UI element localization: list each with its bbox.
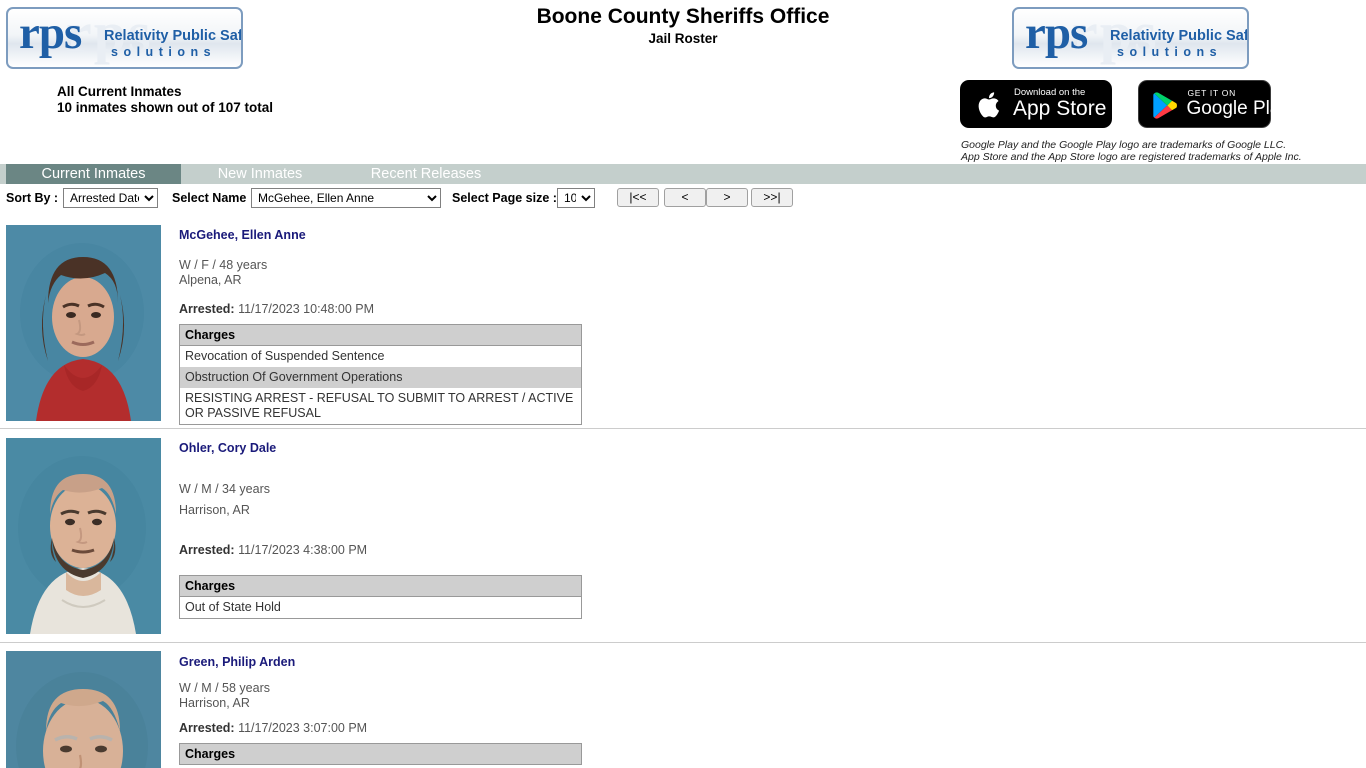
- mugshot-image: [6, 651, 161, 768]
- mugshot-image: [6, 225, 161, 421]
- logo-tagline-secondary: solutions: [1117, 45, 1223, 59]
- roster-summary: All Current Inmates 10 inmates shown out…: [57, 84, 273, 116]
- charges-table: Charges Revocation of Suspended Sentence…: [179, 324, 582, 425]
- next-page-button[interactable]: >: [706, 188, 748, 207]
- charges-header-cell: Charges: [179, 324, 582, 346]
- page-size-label: Select Page size :: [452, 191, 557, 205]
- tab-new-inmates[interactable]: New Inmates: [184, 164, 336, 184]
- google-play-badge-label: Google Play: [1186, 98, 1290, 119]
- inmate-arrested: Arrested: 11/17/2023 10:48:00 PM: [179, 302, 1366, 316]
- table-row: McGehee, Ellen Anne W / F / 48 years Alp…: [0, 216, 1366, 429]
- google-play-icon: [1153, 92, 1178, 119]
- inmate-name-link[interactable]: McGehee, Ellen Anne: [179, 228, 306, 242]
- select-name-select[interactable]: McGehee, Ellen Anne: [251, 188, 441, 208]
- charges-header-cell: Charges: [179, 575, 582, 597]
- prev-page-button[interactable]: <: [664, 188, 706, 207]
- roster-summary-line2: 10 inmates shown out of 107 total: [57, 100, 274, 115]
- inmate-name-link[interactable]: Green, Philip Arden: [179, 655, 295, 669]
- sort-by-label: Sort By :: [6, 191, 59, 205]
- tab-bar: Current Inmates New Inmates Recent Relea…: [0, 164, 1366, 184]
- page-size-select[interactable]: 10: [557, 188, 595, 208]
- logo-wordmark: rps: [1025, 7, 1088, 59]
- inmate-city: Harrison, AR: [179, 696, 250, 710]
- rps-logo-right: rps rps Relativity Public Safety solutio…: [1012, 7, 1249, 69]
- app-store-badge-label: App Store: [1013, 97, 1107, 120]
- charges-header-row: Charges: [179, 575, 582, 597]
- charges-header-row: Charges: [179, 324, 582, 346]
- logo-tagline-secondary: solutions: [111, 45, 217, 59]
- arrested-datetime: 11/17/2023 4:38:00 PM: [238, 543, 368, 557]
- inmate-mugshot[interactable]: [6, 438, 161, 634]
- inmate-mugshot[interactable]: [6, 651, 161, 768]
- first-page-button[interactable]: |<<: [617, 188, 659, 207]
- sort-by-select[interactable]: Arrested Date: [63, 188, 158, 208]
- page-header: rps rps Relativity Public Safety solutio…: [0, 0, 1366, 163]
- charge-row: Out of State Hold: [179, 596, 582, 619]
- last-page-button[interactable]: >>|: [751, 188, 793, 207]
- table-row: Green, Philip Arden W / M / 58 years Har…: [0, 643, 1366, 768]
- store-badges: Download on the App Store GET IT ON Goog…: [960, 80, 1290, 128]
- charge-row: RESISTING ARREST - REFUSAL TO SUBMIT TO …: [179, 388, 582, 425]
- app-store-badge[interactable]: Download on the App Store: [960, 80, 1112, 128]
- charges-header-cell: Charges: [179, 743, 582, 765]
- charge-row: Revocation of Suspended Sentence: [179, 345, 582, 367]
- roster-toolbar: Sort By : Arrested Date Select Name : Mc…: [0, 188, 1366, 210]
- tab-current-inmates[interactable]: Current Inmates: [6, 164, 181, 184]
- google-play-badge-small-text: GET IT ON: [1187, 88, 1236, 98]
- table-row: Ohler, Cory Dale W / M / 34 years Harris…: [0, 429, 1366, 643]
- inmate-roster-list: McGehee, Ellen Anne W / F / 48 years Alp…: [0, 216, 1366, 768]
- tab-recent-releases[interactable]: Recent Releases: [343, 164, 509, 184]
- arrested-label: Arrested:: [179, 302, 235, 316]
- google-play-badge[interactable]: GET IT ON Google Play: [1138, 80, 1290, 128]
- roster-summary-line1: All Current Inmates: [57, 84, 182, 99]
- arrested-datetime: 11/17/2023 10:48:00 PM: [238, 302, 375, 316]
- charges-header-row: Charges: [179, 743, 582, 765]
- inmate-city: Harrison, AR: [179, 503, 250, 517]
- inmate-demographics: W / F / 48 years: [179, 258, 268, 272]
- arrested-label: Arrested:: [179, 721, 235, 735]
- charge-cell: Out of State Hold: [179, 596, 582, 619]
- charges-table: Charges Out of State Hold: [179, 575, 582, 619]
- inmate-city: Alpena, AR: [179, 273, 242, 287]
- mugshot-image: [6, 438, 161, 634]
- inmate-details: Ohler, Cory Dale W / M / 34 years Harris…: [179, 429, 1366, 627]
- inmate-arrested: Arrested: 11/17/2023 4:38:00 PM: [179, 543, 1366, 557]
- inmate-mugshot[interactable]: [6, 225, 161, 421]
- inmate-details: McGehee, Ellen Anne W / F / 48 years Alp…: [179, 216, 1366, 433]
- charge-cell: Revocation of Suspended Sentence: [179, 345, 582, 367]
- charges-table: Charges: [179, 743, 582, 765]
- charge-cell: RESISTING ARREST - REFUSAL TO SUBMIT TO …: [179, 388, 582, 425]
- inmate-demographics: W / M / 58 years: [179, 681, 270, 695]
- arrested-label: Arrested:: [179, 543, 235, 557]
- arrested-datetime: 11/17/2023 3:07:00 PM: [238, 721, 368, 735]
- inmate-demographics: W / M / 34 years: [179, 482, 270, 496]
- charge-row: Obstruction Of Government Operations: [179, 367, 582, 388]
- trademark-line-google: Google Play and the Google Play logo are…: [961, 139, 1287, 151]
- charge-cell: Obstruction Of Government Operations: [179, 367, 582, 388]
- apple-icon: [978, 92, 1000, 118]
- inmate-details: Green, Philip Arden W / M / 58 years Har…: [179, 643, 1366, 768]
- inmate-name-link[interactable]: Ohler, Cory Dale: [179, 441, 276, 455]
- logo-tagline-primary: Relativity Public Safety: [1110, 28, 1249, 44]
- inmate-arrested: Arrested: 11/17/2023 3:07:00 PM: [179, 721, 1366, 735]
- trademark-line-apple: App Store and the App Store logo are reg…: [961, 151, 1302, 163]
- select-name-label: Select Name :: [172, 191, 254, 205]
- trademark-notice: Google Play and the Google Play logo are…: [961, 139, 1302, 163]
